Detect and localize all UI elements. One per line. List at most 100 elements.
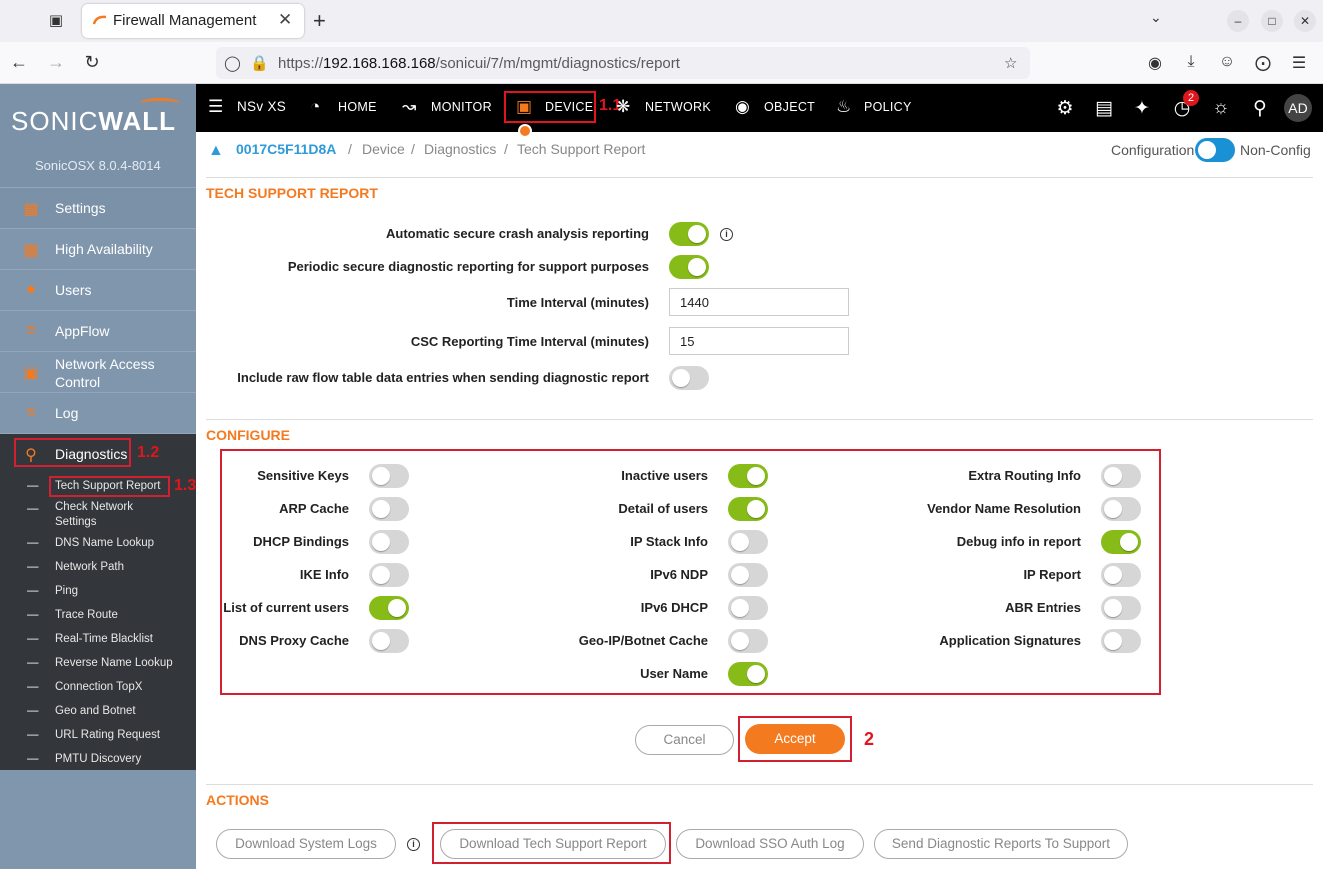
home-gauge-icon[interactable]: ◔ (310, 97, 320, 117)
breadcrumb-serial[interactable]: 0017C5F11D8A (236, 141, 336, 157)
gear-icon[interactable]: ⚙ (1053, 97, 1077, 120)
object-cube-icon[interactable]: ◉ (735, 97, 750, 117)
cancel-button[interactable]: Cancel (635, 725, 734, 755)
policy-fire-icon[interactable]: ♨ (836, 97, 851, 117)
section-title-tech-support: TECH SUPPORT REPORT (206, 185, 378, 201)
account-icon[interactable]: ☺ (1217, 53, 1237, 71)
ipv6-dhcp-toggle[interactable] (728, 596, 768, 620)
send-diagnostic-reports-button[interactable]: Send Diagnostic Reports To Support (874, 829, 1128, 859)
shield-icon[interactable]: ◯ (224, 54, 241, 72)
menu-icon[interactable]: ☰ (1289, 53, 1309, 73)
nav-object[interactable]: OBJECT (764, 100, 815, 114)
divider (206, 784, 1313, 785)
downloads-icon[interactable]: ⤓ (1181, 53, 1201, 71)
ipv6-ndp-label: IPv6 NDP (650, 567, 708, 582)
inactive-users-label: Inactive users (621, 468, 708, 483)
crash-analysis-label: Automatic secure crash analysis reportin… (386, 226, 649, 241)
console-icon[interactable]: ▤ (1092, 97, 1116, 120)
tab-title: Firewall Management (113, 12, 257, 29)
lock-warning-icon[interactable]: 🔒 (250, 54, 269, 72)
browser-tab[interactable]: Firewall Management ✕ (82, 4, 304, 38)
device-highlight (504, 91, 596, 123)
minimize-icon[interactable]: – (1227, 10, 1249, 32)
time-interval-label: Time Interval (minutes) (506, 295, 649, 310)
reload-icon[interactable]: ↻ (81, 52, 103, 73)
periodic-diagnostic-toggle[interactable] (669, 255, 709, 279)
crash-analysis-toggle[interactable] (669, 222, 709, 246)
nav-policy[interactable]: POLICY (864, 100, 912, 114)
breadcrumb: ▲ 0017C5F11D8A / Device / Diagnostics / … (196, 132, 1323, 178)
nonconfig-mode-label: Non-Config (1240, 142, 1311, 158)
application-signatures-toggle[interactable] (1101, 629, 1141, 653)
raw-flow-toggle[interactable] (669, 366, 709, 390)
close-tab-icon[interactable]: ✕ (278, 10, 292, 30)
abr-entries-toggle[interactable] (1101, 596, 1141, 620)
new-tab-icon[interactable]: + (313, 8, 326, 34)
nav-network[interactable]: NETWORK (645, 100, 711, 114)
arp-cache-toggle[interactable] (369, 497, 409, 521)
breadcrumb-diagnostics[interactable]: Diagnostics (424, 141, 496, 157)
high-availability-icon: ▩ (23, 242, 39, 259)
sensitive-keys-toggle[interactable] (369, 464, 409, 488)
tech-support-highlight (49, 476, 170, 497)
log-icon: ≡ (26, 404, 36, 421)
url-bar[interactable]: ◯ 🔒 https://192.168.168.168/sonicui/7/m/… (216, 47, 1030, 79)
csc-interval-input[interactable] (669, 327, 849, 355)
sidebar-item-high-availability[interactable]: ▩ High Availability (0, 228, 196, 269)
list-tabs-chevron-icon[interactable]: ⌄ (1150, 9, 1162, 26)
vendor-name-resolution-toggle[interactable] (1101, 497, 1141, 521)
sidebar-item-log[interactable]: ≡ Log (0, 392, 196, 433)
sidebar-item-appflow[interactable]: ≡ AppFlow (0, 310, 196, 351)
maximize-icon[interactable]: □ (1261, 10, 1283, 32)
nav-home[interactable]: HOME (338, 100, 377, 114)
dhcp-bindings-toggle[interactable] (369, 530, 409, 554)
configuration-mode-label: Configuration (1111, 142, 1195, 158)
wizard-wand-icon[interactable]: ✦ (1130, 97, 1154, 120)
inactive-users-toggle[interactable] (728, 464, 768, 488)
download-system-logs-button[interactable]: Download System Logs (216, 829, 396, 859)
tab-overview-icon[interactable]: ▣ (44, 10, 68, 32)
search-icon[interactable]: ⚲ (1248, 97, 1272, 120)
section-title-configure: CONFIGURE (206, 427, 290, 443)
user-name-toggle[interactable] (728, 662, 768, 686)
arp-cache-label: ARP Cache (279, 501, 349, 516)
monitor-chart-icon[interactable]: ↝ (402, 97, 416, 117)
ike-info-label: IKE Info (299, 567, 349, 582)
close-window-icon[interactable]: ✕ (1294, 10, 1316, 32)
back-arrow-icon[interactable]: ← (8, 52, 30, 73)
user-avatar[interactable]: AD (1284, 94, 1312, 122)
current-users-label: List of current users (223, 600, 349, 615)
sidebar-item-users[interactable]: ● Users (0, 269, 196, 310)
config-mode-toggle[interactable] (1195, 138, 1235, 162)
info-icon[interactable]: i (720, 228, 733, 241)
bookmark-star-icon[interactable]: ☆ (1004, 54, 1017, 72)
ip-stack-info-toggle[interactable] (728, 530, 768, 554)
download-sso-auth-log-button[interactable]: Download SSO Auth Log (676, 829, 864, 859)
info-icon[interactable]: i (407, 838, 420, 851)
sidebar-item-network-access-control[interactable]: ▣ Network Access Control (0, 351, 196, 392)
current-users-toggle[interactable] (369, 596, 409, 620)
geo-botnet-cache-toggle[interactable] (728, 629, 768, 653)
breadcrumb-current-page: Tech Support Report (517, 141, 646, 157)
pocket-icon[interactable]: ◉ (1145, 53, 1165, 73)
extra-routing-info-toggle[interactable] (1101, 464, 1141, 488)
ipv6-ndp-toggle[interactable] (728, 563, 768, 587)
time-interval-input[interactable] (669, 288, 849, 316)
forward-arrow-icon[interactable]: → (45, 52, 67, 73)
detail-of-users-toggle[interactable] (728, 497, 768, 521)
browser-nav-bar: ← → ↻ ◯ 🔒 https://192.168.168.168/sonicu… (0, 42, 1323, 84)
extensions-icon[interactable]: ⨀ (1253, 53, 1273, 73)
raw-flow-label: Include raw flow table data entries when… (237, 370, 649, 385)
dns-proxy-cache-toggle[interactable] (369, 629, 409, 653)
network-icon[interactable]: ❋ (616, 97, 630, 117)
lightbulb-icon[interactable]: ☼ (1209, 97, 1233, 119)
divider (206, 419, 1313, 420)
collapse-menu-icon[interactable]: ☰ (208, 97, 223, 117)
debug-info-toggle[interactable] (1101, 530, 1141, 554)
ip-report-toggle[interactable] (1101, 563, 1141, 587)
breadcrumb-device[interactable]: Device (362, 141, 405, 157)
sidebar-item-settings[interactable]: ▦ Settings (0, 187, 196, 228)
sonicwall-favicon-icon (92, 15, 107, 25)
nav-monitor[interactable]: MONITOR (431, 100, 492, 114)
ike-info-toggle[interactable] (369, 563, 409, 587)
